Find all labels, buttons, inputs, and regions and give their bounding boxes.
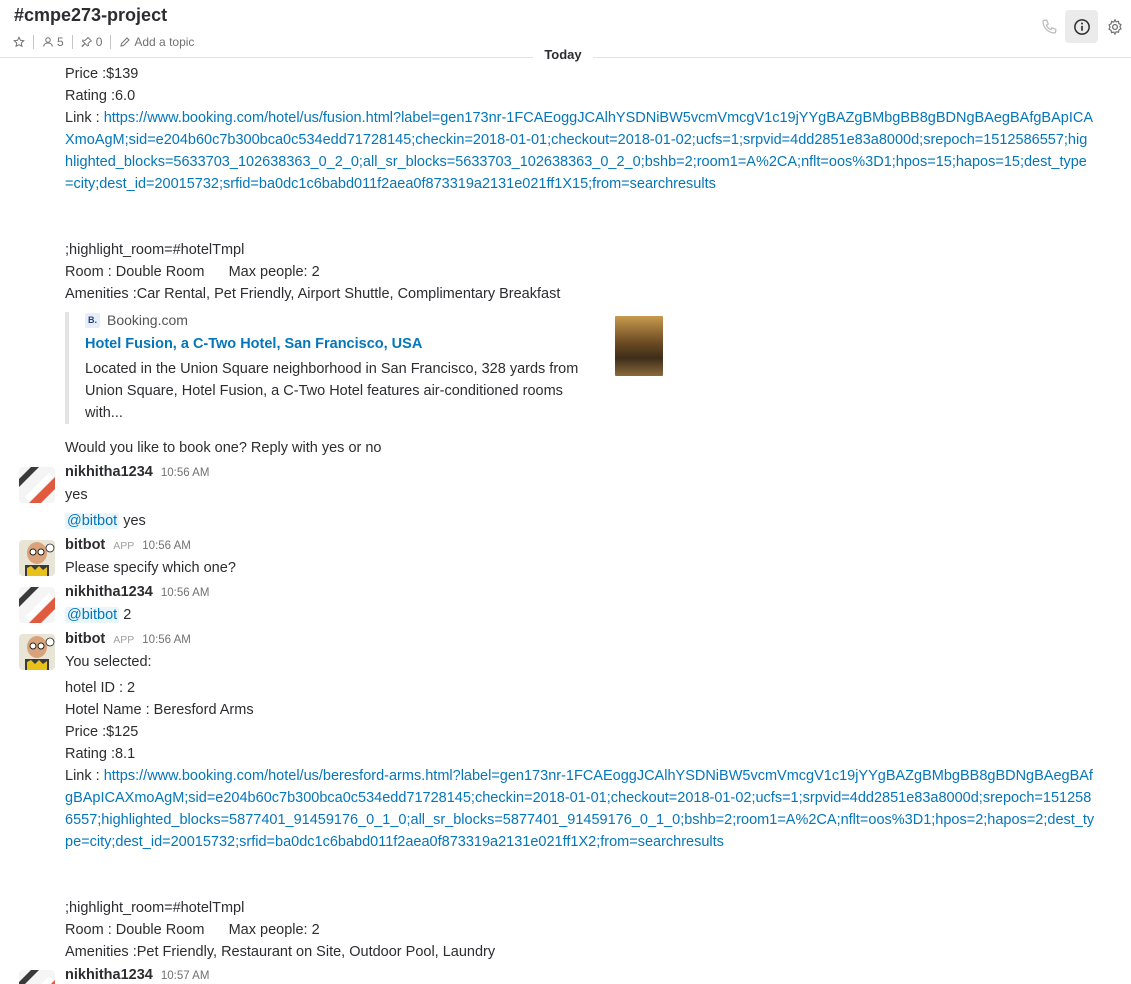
hotel-amenities: Amenities :Pet Friendly, Restaurant on S… — [65, 944, 496, 960]
message-header: bitbot APP 10:56 AM — [65, 631, 191, 647]
hotel-highlight: ;highlight_room=#hotelTmpl — [65, 900, 245, 916]
channel-info-button[interactable] — [1065, 10, 1098, 43]
username[interactable]: nikhitha1234 — [65, 967, 153, 983]
pins-button[interactable]: 0 — [73, 35, 112, 49]
message-text: yes — [65, 487, 88, 503]
preview-title[interactable]: Hotel Fusion, a C-Two Hotel, San Francis… — [85, 336, 422, 352]
hotel-link: Link : https://www.booking.com/hotel/us/… — [65, 765, 1095, 853]
channel-meta: 5 0 Add a topic — [13, 33, 202, 51]
message-list: Price :$139 Rating :6.0 Link : https://w… — [0, 58, 1131, 984]
message-text: @bitbot 2 — [65, 604, 131, 626]
hotel-rating: Rating :6.0 — [65, 88, 136, 104]
star-icon — [13, 36, 25, 48]
hotel-price: Price :$125 — [65, 724, 139, 740]
timestamp[interactable]: 10:56 AM — [142, 540, 191, 552]
avatar[interactable] — [19, 587, 55, 623]
avatar[interactable] — [19, 970, 55, 984]
message-text: You selected: — [65, 654, 152, 670]
add-topic-label: Add a topic — [134, 35, 195, 49]
pins-count: 0 — [95, 35, 103, 49]
info-icon — [1073, 18, 1090, 35]
avatar-nikhitha-icon — [19, 970, 55, 984]
timestamp[interactable]: 10:56 AM — [161, 467, 210, 479]
header-actions — [1032, 10, 1131, 43]
avatar[interactable] — [19, 540, 55, 576]
members-count: 5 — [57, 35, 64, 49]
avatar-nikhitha-icon — [19, 587, 55, 623]
timestamp[interactable]: 10:56 AM — [161, 587, 210, 599]
message-body: yes — [119, 513, 146, 529]
avatar[interactable] — [19, 634, 55, 670]
timestamp[interactable]: 10:56 AM — [142, 634, 191, 646]
message-body: 2 — [119, 607, 132, 623]
username[interactable]: nikhitha1234 — [65, 584, 153, 600]
channel-title[interactable]: #cmpe273-project — [14, 5, 167, 26]
preview-service-name: Booking.com — [107, 312, 188, 328]
timestamp[interactable]: 10:57 AM — [161, 970, 210, 982]
add-topic-button[interactable]: Add a topic — [111, 35, 202, 49]
link-preview: B. Booking.com Hotel Fusion, a C-Two Hot… — [65, 312, 665, 424]
booking-link[interactable]: https://www.booking.com/hotel/us/fusion.… — [65, 110, 1093, 192]
message-header: bitbot APP 10:56 AM — [65, 537, 191, 553]
hotel-highlight: ;highlight_room=#hotelTmpl — [65, 242, 245, 258]
hotel-price: Price :$139 — [65, 66, 139, 82]
gear-icon — [1107, 18, 1122, 35]
booking-link[interactable]: https://www.booking.com/hotel/us/beresfo… — [65, 768, 1094, 850]
preview-thumbnail[interactable] — [615, 316, 663, 376]
booking-logo-icon: B. — [85, 312, 100, 328]
person-icon — [43, 37, 53, 47]
message-text: Please specify which one? — [65, 560, 236, 576]
call-button[interactable] — [1032, 10, 1065, 43]
pencil-icon — [120, 37, 131, 47]
link-prefix: Link : — [65, 110, 104, 126]
book-prompt: Would you like to book one? Reply with y… — [65, 440, 382, 456]
hotel-link: Link : https://www.booking.com/hotel/us/… — [65, 107, 1095, 195]
app-badge: APP — [113, 540, 135, 552]
preview-service: B. Booking.com — [85, 312, 188, 328]
avatar-nikhitha-icon — [19, 467, 55, 503]
hotel-room: Room : Double Room Max people: 2 — [65, 264, 320, 280]
hotel-room: Room : Double Room Max people: 2 — [65, 922, 320, 938]
hotel-rating: Rating :8.1 — [65, 746, 136, 762]
message-text: @bitbot yes — [65, 510, 146, 532]
username[interactable]: nikhitha1234 — [65, 464, 153, 480]
phone-icon — [1041, 19, 1056, 34]
settings-button[interactable] — [1098, 10, 1131, 43]
avatar-bitbot-icon — [19, 540, 55, 576]
message-header: nikhitha1234 10:56 AM — [65, 464, 209, 480]
avatar-bitbot-icon — [19, 634, 55, 670]
mention[interactable]: @bitbot — [65, 607, 120, 623]
members-button[interactable]: 5 — [34, 35, 73, 49]
preview-text: Located in the Union Square neighborhood… — [85, 361, 579, 421]
hotel-amenities: Amenities :Car Rental, Pet Friendly, Air… — [65, 286, 561, 302]
username[interactable]: bitbot — [65, 537, 105, 553]
username[interactable]: bitbot — [65, 631, 105, 647]
hotel-id: hotel ID : 2 — [65, 680, 136, 696]
pin-icon — [81, 36, 93, 48]
message-header: nikhitha1234 10:57 AM — [65, 967, 209, 983]
avatar[interactable] — [19, 467, 55, 503]
hotel-name: Hotel Name : Beresford Arms — [65, 702, 254, 718]
day-divider: Today — [533, 47, 593, 62]
link-prefix: Link : — [65, 768, 104, 784]
star-button[interactable] — [13, 35, 34, 49]
message-header: nikhitha1234 10:56 AM — [65, 584, 209, 600]
mention[interactable]: @bitbot — [65, 513, 120, 529]
app-badge: APP — [113, 634, 135, 646]
